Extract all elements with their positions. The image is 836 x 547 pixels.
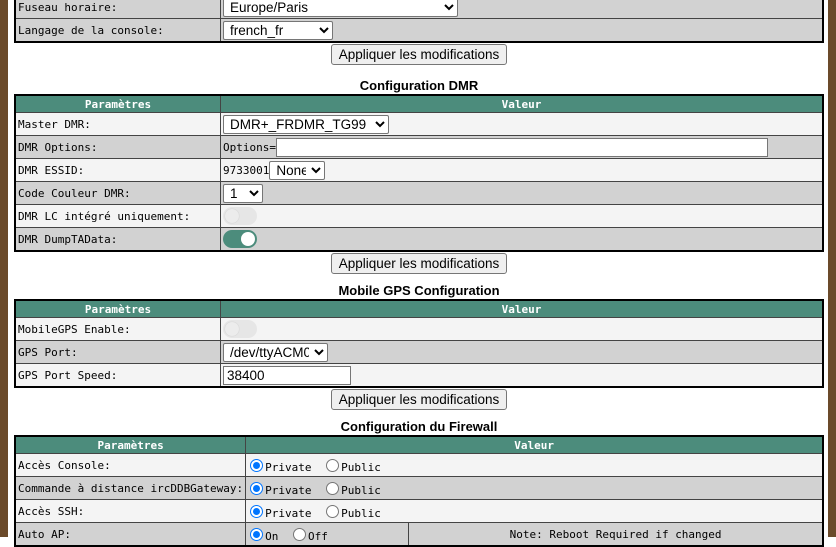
dmr-color-code-cell: 1 — [220, 181, 824, 205]
gps-apply-row: Appliquer les modifications — [14, 389, 824, 413]
firewall-ssh-label: Accès SSH: — [14, 499, 247, 523]
dmr-options-input[interactable] — [275, 137, 768, 157]
autoap-on-label: On — [265, 529, 279, 543]
firewall-remote-cell: Private Public — [245, 476, 824, 500]
gps-enable-toggle[interactable] — [223, 320, 257, 338]
dmr-param-header: Paramètres — [14, 94, 221, 113]
remote-public-radio[interactable] — [326, 481, 340, 495]
firewall-console-cell: Private Public — [245, 453, 824, 477]
console-private-radio[interactable] — [250, 458, 264, 472]
timezone-cell: Europe/Paris — [220, 0, 824, 19]
timezone-label: Fuseau horaire: — [14, 0, 221, 19]
dmr-apply-row: Appliquer les modifications — [14, 253, 824, 277]
toggle-knob — [225, 209, 239, 223]
dmr-master-cell: DMR+_FRDMR_TG99 — [220, 112, 824, 136]
remote-private-label: Private — [265, 483, 312, 497]
gps-speed-label: GPS Port Speed: — [14, 363, 221, 388]
gps-param-header: Paramètres — [14, 299, 221, 318]
console-language-cell: french_fr — [220, 18, 824, 43]
toggle-knob — [241, 232, 255, 246]
gps-speed-cell — [220, 363, 824, 388]
firewall-value-header: Valeur — [245, 435, 824, 454]
dmr-essid-cell: 9733001 None — [220, 158, 824, 182]
dmr-master-label: Master DMR: — [14, 112, 221, 136]
general-table: Fuseau horaire: Europe/Paris Langage de … — [14, 0, 824, 43]
console-language-label: Langage de la console: — [14, 18, 221, 43]
gps-table: Paramètres Valeur MobileGPS Enable: GPS … — [14, 299, 824, 388]
dmr-options-prefix: Options= — [223, 140, 276, 154]
gps-port-label: GPS Port: — [14, 340, 221, 364]
dmr-essid-prefix: 9733001 — [223, 163, 270, 177]
toggle-knob — [225, 322, 239, 336]
gps-enable-cell — [220, 317, 824, 341]
ssh-private-radio[interactable] — [250, 504, 264, 518]
left-frame-border — [0, 0, 8, 537]
dmr-lc-toggle[interactable] — [223, 207, 257, 225]
autoap-on-radio[interactable] — [250, 527, 264, 541]
gps-apply-button[interactable]: Appliquer les modifications — [330, 389, 508, 410]
general-apply-button[interactable]: Appliquer les modifications — [330, 44, 508, 65]
general-section: Fuseau horaire: Europe/Paris Langage de … — [14, 0, 824, 68]
firewall-param-header: Paramètres — [14, 435, 247, 454]
firewall-section-title: Configuration du Firewall — [340, 419, 498, 434]
console-private-label: Private — [265, 460, 312, 474]
general-apply-row: Appliquer les modifications — [14, 44, 824, 68]
gps-speed-input[interactable] — [223, 365, 351, 385]
dmr-dumptadata-cell — [220, 227, 824, 252]
dmr-options-cell: Options= — [220, 135, 824, 159]
console-language-select[interactable]: french_fr — [223, 20, 333, 40]
gps-port-select[interactable]: /dev/ttyACM0 — [223, 342, 328, 362]
dmr-color-code-select[interactable]: 1 — [223, 183, 263, 203]
gps-enable-label: MobileGPS Enable: — [14, 317, 221, 341]
dmr-master-select[interactable]: DMR+_FRDMR_TG99 — [223, 114, 389, 134]
config-page: Fuseau horaire: Europe/Paris Langage de … — [14, 0, 824, 547]
firewall-autoap-label: Auto AP: — [14, 522, 247, 547]
dmr-color-code-label: Code Couleur DMR: — [14, 181, 221, 205]
dmr-dumptadata-toggle[interactable] — [223, 230, 257, 248]
dmr-dumptadata-label: DMR DumpTAData: — [14, 227, 221, 252]
dmr-essid-select[interactable]: None — [269, 160, 326, 180]
gps-port-cell: /dev/ttyACM0 — [220, 340, 824, 364]
gps-section-title: Mobile GPS Configuration — [338, 283, 500, 298]
ssh-private-label: Private — [265, 506, 312, 520]
autoap-off-radio[interactable] — [293, 527, 307, 541]
remote-private-radio[interactable] — [250, 481, 264, 495]
firewall-autoap-cell: On Off — [245, 522, 410, 547]
dmr-section-title: Configuration DMR — [359, 78, 479, 93]
right-frame-border — [828, 0, 836, 537]
autoap-note-cell: Note: Reboot Required if changed — [408, 522, 824, 547]
gps-value-header: Valeur — [220, 299, 824, 318]
firewall-table: Paramètres Valeur Accès Console: Private… — [14, 435, 824, 547]
autoap-note: Note: Reboot Required if changed — [509, 527, 722, 541]
dmr-lc-cell — [220, 204, 824, 228]
dmr-value-header: Valeur — [220, 94, 824, 113]
firewall-console-label: Accès Console: — [14, 453, 247, 477]
dmr-apply-button[interactable]: Appliquer les modifications — [330, 253, 508, 274]
firewall-ssh-cell: Private Public — [245, 499, 824, 523]
dmr-options-label: DMR Options: — [14, 135, 221, 159]
ssh-public-label: Public — [341, 506, 381, 520]
console-public-label: Public — [341, 460, 381, 474]
timezone-select[interactable]: Europe/Paris — [223, 0, 458, 17]
firewall-remote-label: Commande à distance ircDDBGateway: — [14, 476, 247, 500]
ssh-public-radio[interactable] — [326, 504, 340, 518]
dmr-table: Paramètres Valeur Master DMR: DMR+_FRDMR… — [14, 94, 824, 252]
autoap-off-label: Off — [308, 529, 328, 543]
console-public-radio[interactable] — [326, 458, 340, 472]
dmr-essid-label: DMR ESSID: — [14, 158, 221, 182]
dmr-lc-label: DMR LC intégré uniquement: — [14, 204, 221, 228]
remote-public-label: Public — [341, 483, 381, 497]
